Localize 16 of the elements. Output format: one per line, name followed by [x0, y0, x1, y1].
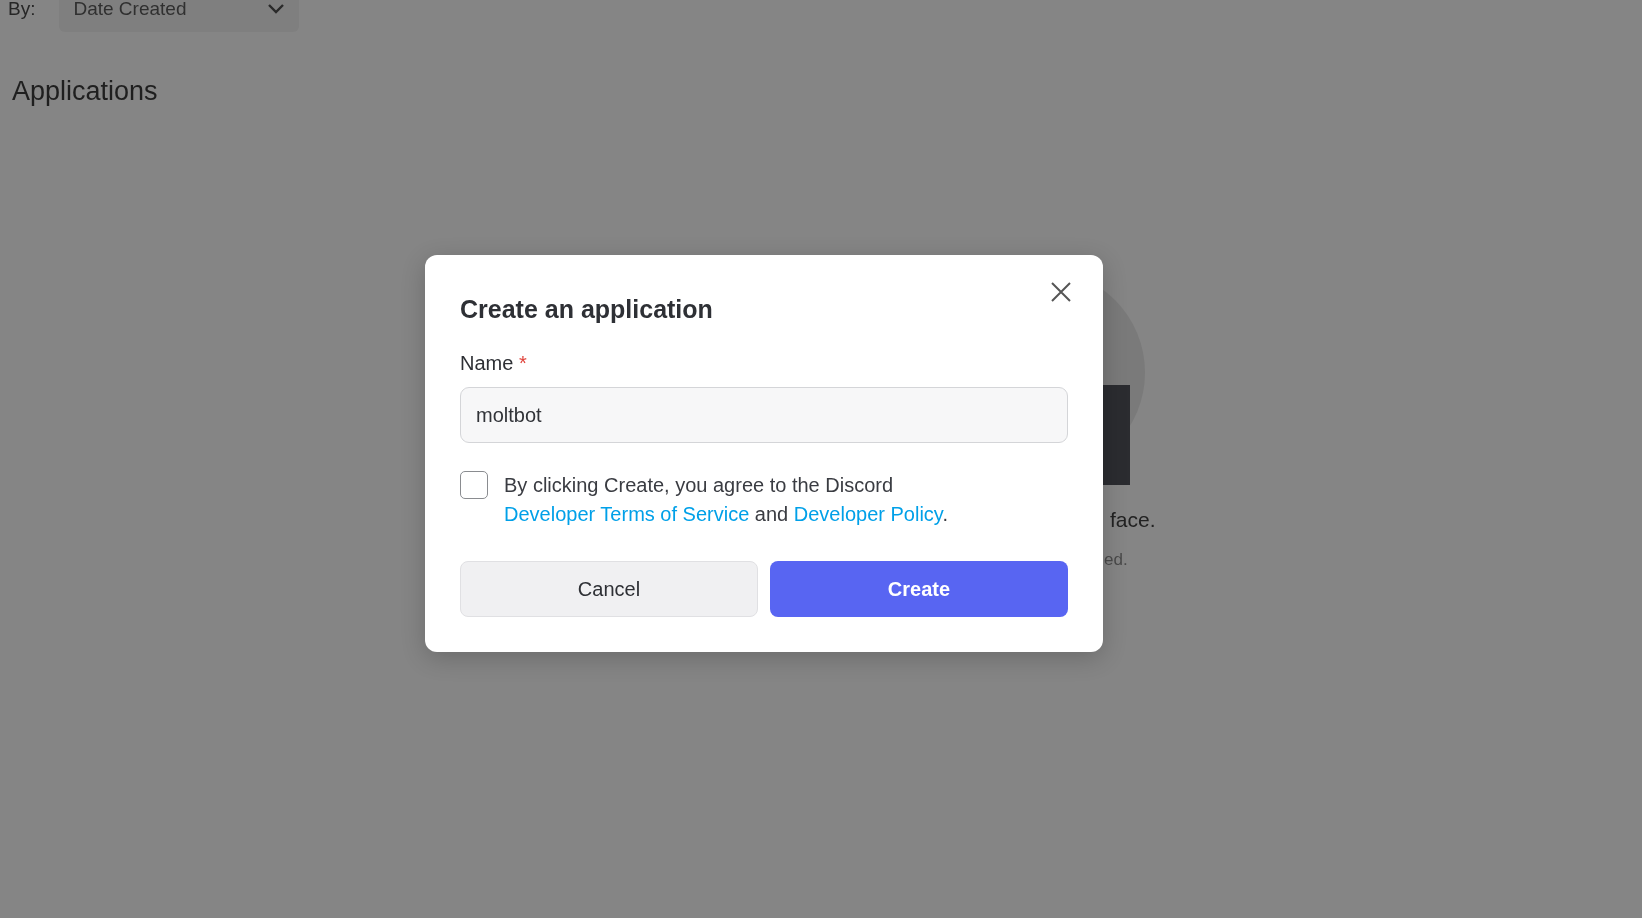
- agreement-text: By clicking Create, you agree to the Discord Developer Terms of Service and Developer Policy.: [504, 473, 949, 527]
- sort-label: By:: [8, 0, 36, 20]
- field-label: Name *: [460, 352, 528, 375]
- empty-state-title: face.: [1110, 508, 1156, 532]
- dialog-title: Create an application: [460, 295, 713, 324]
- agree-checkbox[interactable]: [460, 471, 488, 499]
- cancel-button[interactable]: Cancel: [460, 561, 758, 617]
- chevron-down-icon: [267, 3, 286, 15]
- policy-link[interactable]: Developer Policy: [793, 503, 943, 525]
- sort-dropdown[interactable]: Date Created: [59, 0, 300, 32]
- policy-link[interactable]: Developer Terms of Service: [504, 503, 750, 525]
- create-button[interactable]: Create: [770, 561, 1068, 617]
- section-heading: Applications: [12, 76, 159, 107]
- empty-state-note: ed.: [1104, 550, 1128, 570]
- name-input[interactable]: moltbot: [460, 387, 1068, 443]
- close-icon[interactable]: [1050, 281, 1072, 303]
